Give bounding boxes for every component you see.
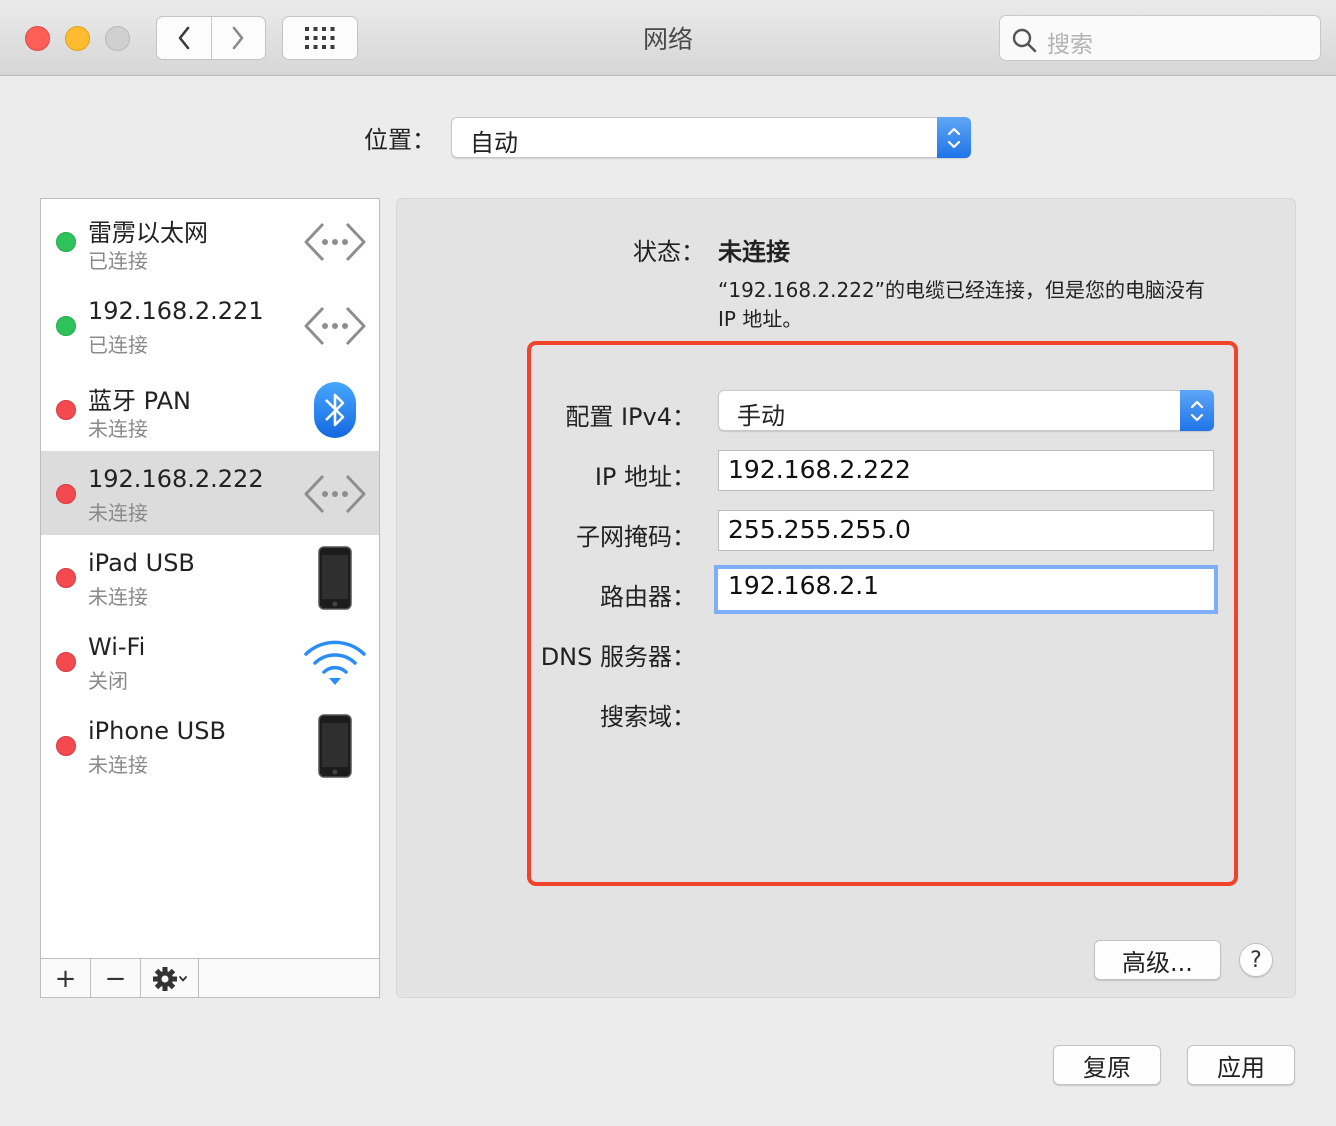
service-name: 192.168.2.222	[88, 465, 264, 493]
chevron-left-icon	[178, 26, 190, 50]
ethernet-icon	[303, 465, 367, 523]
configure-ipv4-value: 手动	[737, 402, 785, 430]
iphone-icon	[303, 714, 367, 778]
service-name: 雷雳以太网	[88, 219, 208, 247]
service-status: 关闭	[88, 669, 128, 693]
updown-chevron-icon	[947, 127, 961, 148]
search-field[interactable]: 搜索	[999, 15, 1321, 61]
service-status: 已连接	[88, 249, 148, 273]
location-select[interactable]: 自动	[451, 117, 971, 158]
ip-address-label: IP 地址：	[594, 463, 696, 491]
status-dot	[56, 484, 76, 504]
search-domain-label: 搜索域：	[600, 703, 696, 731]
title-bar: 网络 搜索	[0, 0, 1336, 76]
advanced-button[interactable]: 高级...	[1094, 940, 1221, 980]
status-label: 状态：	[633, 238, 705, 266]
show-all-button[interactable]	[282, 16, 358, 60]
status-dot	[56, 232, 76, 252]
service-name: iPhone USB	[88, 717, 226, 745]
location-stepper	[937, 117, 971, 158]
status-dot	[56, 652, 76, 672]
service-item-iphone-usb[interactable]: iPhone USB 未连接	[41, 703, 379, 787]
service-item-192-168-2-221[interactable]: 192.168.2.221 已连接	[41, 283, 379, 367]
service-status: 已连接	[88, 333, 148, 357]
service-status: 未连接	[88, 585, 148, 609]
wifi-icon	[303, 633, 367, 691]
close-window-button[interactable]	[25, 26, 50, 51]
service-list: 雷雳以太网 已连接 192.168.2.221 已连接 蓝牙 PAN 未连接 1…	[40, 198, 380, 998]
revert-button[interactable]: 复原	[1053, 1045, 1161, 1085]
status-dot	[56, 568, 76, 588]
service-item-bluetooth-pan[interactable]: 蓝牙 PAN 未连接	[41, 367, 379, 451]
back-forward-control	[156, 16, 266, 60]
status-dot	[56, 736, 76, 756]
service-list-toolbar: + −	[41, 958, 379, 998]
location-label: 位置：	[364, 126, 436, 154]
service-status: 未连接	[88, 417, 148, 441]
bluetooth-icon	[303, 381, 367, 439]
grid-icon	[305, 27, 335, 49]
updown-chevron-icon	[1190, 400, 1204, 421]
search-icon	[1012, 28, 1037, 53]
gear-icon	[152, 966, 187, 991]
service-name: 192.168.2.221	[88, 297, 264, 325]
minimize-window-button[interactable]	[65, 26, 90, 51]
subnet-mask-label: 子网掩码：	[576, 523, 696, 551]
ip-address-field[interactable]: 192.168.2.222	[718, 450, 1214, 491]
add-service-button[interactable]: +	[41, 959, 91, 998]
service-item-wifi[interactable]: Wi-Fi 关闭	[41, 619, 379, 703]
status-dot	[56, 316, 76, 336]
service-name: iPad USB	[88, 549, 195, 577]
service-name: 蓝牙 PAN	[88, 387, 191, 415]
ethernet-icon	[303, 297, 367, 355]
search-placeholder: 搜索	[1047, 32, 1093, 58]
location-value: 自动	[470, 129, 518, 157]
window-title: 网络	[642, 25, 693, 54]
status-description: “192.168.2.222”的电缆已经连接，但是您的电脑没有 IP 地址。	[718, 278, 1206, 331]
apply-button[interactable]: 应用	[1187, 1045, 1295, 1085]
configure-ipv4-stepper	[1180, 390, 1214, 431]
router-label: 路由器：	[600, 583, 696, 611]
configure-ipv4-label: 配置 IPv4：	[565, 403, 696, 431]
help-button[interactable]: ?	[1239, 943, 1273, 977]
ethernet-icon	[303, 213, 367, 271]
service-status: 未连接	[88, 501, 148, 525]
zoom-window-button[interactable]	[105, 26, 130, 51]
remove-service-button[interactable]: −	[91, 959, 141, 998]
chevron-right-icon	[232, 26, 244, 50]
service-item-ipad-usb[interactable]: iPad USB 未连接	[41, 535, 379, 619]
service-name: Wi-Fi	[88, 633, 146, 661]
service-actions-button[interactable]	[141, 959, 199, 998]
iphone-icon	[303, 546, 367, 610]
router-field[interactable]: 192.168.2.1	[714, 565, 1218, 614]
service-status: 未连接	[88, 753, 148, 777]
service-item-thunderbolt-ethernet[interactable]: 雷雳以太网 已连接	[41, 199, 379, 283]
back-button[interactable]	[157, 17, 211, 59]
configure-ipv4-select[interactable]: 手动	[718, 390, 1214, 431]
status-value: 未连接	[718, 238, 790, 266]
dns-server-label: DNS 服务器：	[540, 643, 696, 671]
status-dot	[56, 400, 76, 420]
subnet-mask-field[interactable]: 255.255.255.0	[718, 510, 1214, 551]
service-item-192-168-2-222[interactable]: 192.168.2.222 未连接	[41, 451, 379, 535]
forward-button[interactable]	[210, 17, 266, 59]
